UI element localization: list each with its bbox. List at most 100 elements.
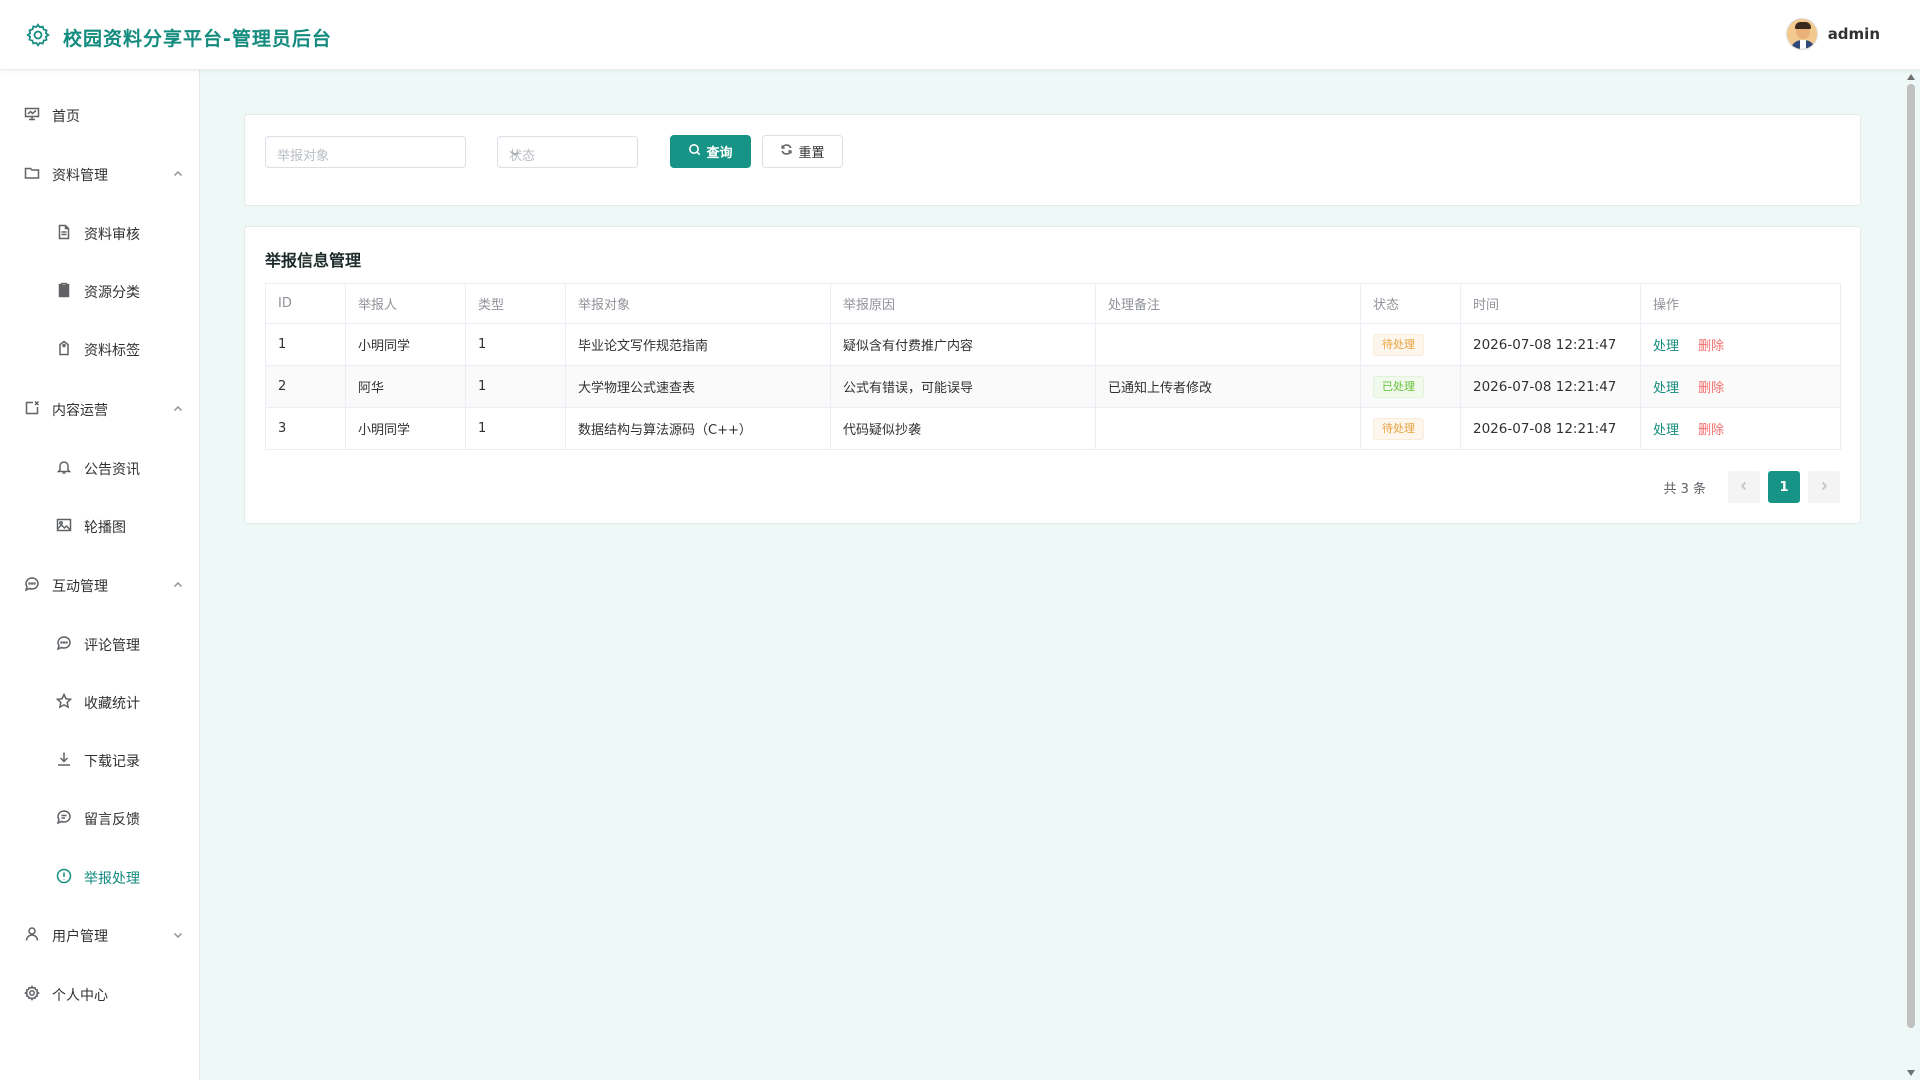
- document-icon: [56, 224, 72, 244]
- process-button[interactable]: 处理: [1653, 423, 1679, 438]
- table-row[interactable]: 2 阿华 1 大学物理公式速查表 公式有错误，可能误导 已通知上传者修改 已处理…: [265, 365, 1841, 408]
- sidebar: 首页 资料管理 资料审核 资源分类 资料标签 内容运营 公告资讯 轮播图 互动管…: [0, 70, 200, 1080]
- sidebar-item-comments[interactable]: 评论管理: [56, 625, 140, 665]
- clipboard-icon: [56, 282, 72, 302]
- comment-icon: [56, 635, 72, 655]
- column-header-target[interactable]: 举报对象: [565, 283, 831, 324]
- process-button[interactable]: 处理: [1653, 339, 1679, 354]
- column-header-reason[interactable]: 举报原因: [830, 283, 1096, 324]
- report-table-card: 举报信息管理 ID 举报人 类型 举报对象 举报原因 处理备注 状态 时间 操作…: [244, 226, 1861, 524]
- cell-type: 1: [465, 407, 566, 450]
- search-button[interactable]: 查询: [670, 135, 751, 168]
- cell-time: 2026-07-08 12:21:47: [1460, 407, 1641, 450]
- cell-target: 数据结构与算法源码（C++）: [565, 407, 831, 450]
- sidebar-item-home[interactable]: 首页: [24, 96, 80, 136]
- content-ops-icon: [24, 400, 40, 420]
- sidebar-item-resource-category[interactable]: 资源分类: [56, 272, 140, 312]
- chevron-up-icon: [172, 579, 184, 591]
- search-button-label: 查询: [706, 146, 733, 161]
- star-icon: [55, 692, 73, 713]
- sidebar-item-label: 资源分类: [84, 285, 140, 301]
- sidebar-item-reports[interactable]: 举报处理: [56, 858, 140, 898]
- report-target-input[interactable]: 举报对象: [265, 136, 466, 168]
- bell-icon: [56, 459, 72, 479]
- sidebar-group-users[interactable]: 用户管理: [24, 916, 184, 956]
- cell-status: 待处理: [1360, 407, 1461, 450]
- sidebar-item-downloads[interactable]: 下载记录: [56, 741, 140, 781]
- message-icon: [56, 809, 72, 829]
- cell-time: 2026-07-08 12:21:47: [1460, 323, 1641, 366]
- cell-note: [1095, 407, 1361, 450]
- column-header-status[interactable]: 状态: [1360, 283, 1461, 324]
- cell-id: 2: [265, 365, 346, 408]
- user-menu[interactable]: admin: [1785, 18, 1880, 50]
- cell-reporter: 阿华: [345, 365, 466, 408]
- scroll-down-arrow-icon[interactable]: [1907, 1070, 1915, 1076]
- settings-icon: [24, 985, 40, 1005]
- status-select[interactable]: 状态: [497, 136, 638, 168]
- sidebar-item-resource-tags[interactable]: 资料标签: [56, 330, 140, 370]
- pagination-total: 共 3 条: [1663, 481, 1706, 497]
- picture-icon: [56, 517, 72, 537]
- search-icon: [688, 143, 706, 160]
- sidebar-group-label: 用户管理: [52, 929, 108, 945]
- prev-page-button[interactable]: [1728, 471, 1760, 503]
- cell-actions: 处理 删除: [1640, 323, 1841, 366]
- sidebar-group-interaction[interactable]: 互动管理: [24, 566, 184, 606]
- column-header-actions: 操作: [1640, 283, 1841, 324]
- chevron-right-icon: [1819, 479, 1829, 495]
- table-row[interactable]: 3 小明同学 1 数据结构与算法源码（C++） 代码疑似抄袭 待处理 2026-…: [265, 407, 1841, 450]
- avatar[interactable]: [1785, 18, 1818, 50]
- cell-status: 已处理: [1360, 365, 1461, 408]
- cell-time: 2026-07-08 12:21:47: [1460, 365, 1641, 408]
- user-name[interactable]: admin: [1828, 25, 1880, 43]
- cell-actions: 处理 删除: [1640, 407, 1841, 450]
- column-header-id[interactable]: ID: [265, 283, 346, 324]
- top-bar: 校园资料分享平台-管理员后台 admin: [0, 0, 1920, 70]
- refresh-icon: [780, 143, 798, 160]
- sidebar-group-label: 内容运营: [52, 403, 108, 419]
- sidebar-item-label: 首页: [52, 109, 80, 125]
- download-icon: [56, 751, 72, 771]
- sidebar-item-profile[interactable]: 个人中心: [24, 975, 108, 1015]
- table-row[interactable]: 1 小明同学 1 毕业论文写作规范指南 疑似含有付费推广内容 待处理 2026-…: [265, 323, 1841, 366]
- page-number-button[interactable]: 1: [1768, 471, 1800, 503]
- tag-icon: [56, 340, 72, 360]
- reset-button[interactable]: 重置: [762, 135, 843, 168]
- cell-actions: 处理 删除: [1640, 365, 1841, 408]
- next-page-button[interactable]: [1808, 471, 1840, 503]
- delete-button[interactable]: 删除: [1698, 423, 1724, 438]
- scroll-up-arrow-icon[interactable]: [1907, 74, 1915, 80]
- sidebar-item-announcements[interactable]: 公告资讯: [56, 449, 140, 489]
- delete-button[interactable]: 删除: [1698, 381, 1724, 396]
- brand: 校园资料分享平台-管理员后台: [25, 22, 332, 52]
- sidebar-group-resource[interactable]: 资料管理: [24, 155, 184, 195]
- scrollbar-thumb[interactable]: [1907, 84, 1915, 1028]
- cell-reason: 公式有错误，可能误导: [830, 365, 1096, 408]
- chevron-down-icon: [509, 147, 521, 159]
- column-header-reporter[interactable]: 举报人: [345, 283, 466, 324]
- filter-card: 举报对象 状态 查询 重置: [244, 114, 1861, 206]
- sidebar-item-favorites[interactable]: 收藏统计: [55, 683, 140, 723]
- sidebar-item-carousel[interactable]: 轮播图: [56, 507, 126, 547]
- column-header-note[interactable]: 处理备注: [1095, 283, 1361, 324]
- delete-button[interactable]: 删除: [1698, 339, 1724, 354]
- sidebar-item-label: 公告资讯: [84, 462, 140, 478]
- cell-reporter: 小明同学: [345, 407, 466, 450]
- column-header-time[interactable]: 时间: [1460, 283, 1641, 324]
- status-badge: 待处理: [1373, 333, 1424, 356]
- sidebar-item-label: 下载记录: [84, 754, 140, 770]
- column-header-type[interactable]: 类型: [465, 283, 566, 324]
- chevron-up-icon: [172, 403, 184, 415]
- sidebar-group-content[interactable]: 内容运营: [24, 390, 184, 430]
- chevron-left-icon: [1739, 479, 1749, 495]
- process-button[interactable]: 处理: [1653, 381, 1679, 396]
- sidebar-item-feedback[interactable]: 留言反馈: [56, 799, 140, 839]
- chat-icon: [24, 576, 40, 596]
- cell-id: 1: [265, 323, 346, 366]
- page-scrollbar[interactable]: [1904, 70, 1918, 1080]
- sidebar-item-label: 收藏统计: [84, 696, 140, 712]
- report-table: ID 举报人 类型 举报对象 举报原因 处理备注 状态 时间 操作 1 小明同学…: [265, 283, 1841, 450]
- sidebar-item-resource-review[interactable]: 资料审核: [56, 214, 140, 254]
- pagination: 共 3 条 1: [1663, 471, 1840, 503]
